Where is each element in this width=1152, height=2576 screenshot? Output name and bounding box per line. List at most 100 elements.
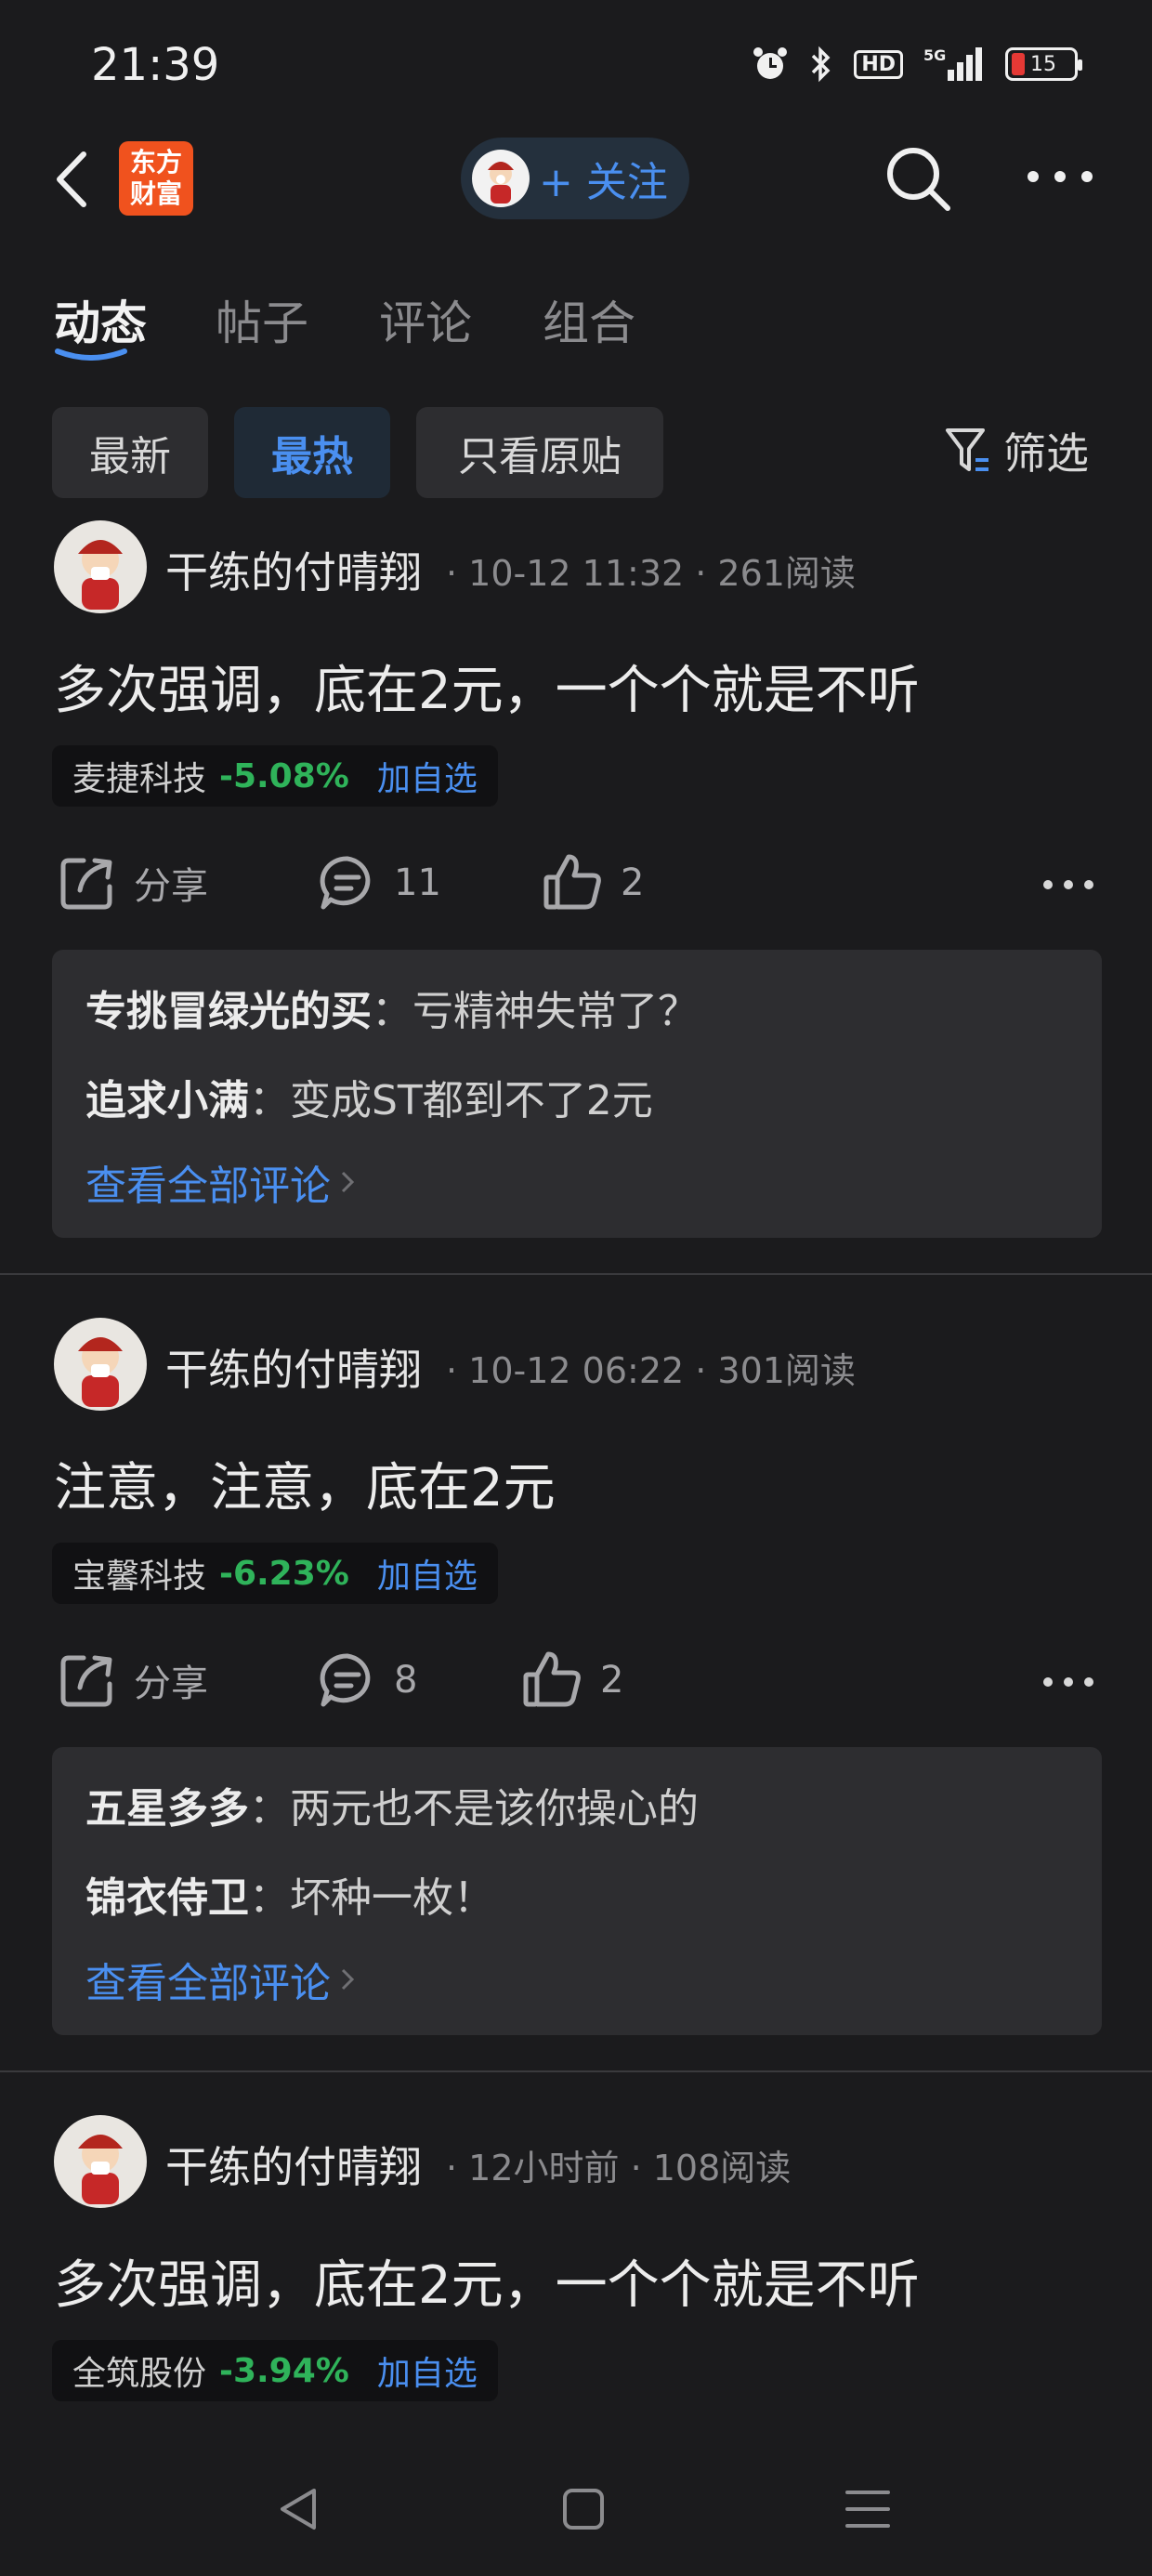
alarm-icon xyxy=(753,47,788,79)
share-button[interactable]: 分享 xyxy=(58,1650,208,1710)
chevron-right-icon xyxy=(341,1171,355,1193)
comment-sep: ： xyxy=(249,1785,290,1833)
comment-button[interactable]: 8 xyxy=(318,1650,417,1710)
status-icons: HD 5G 15 xyxy=(752,45,1082,84)
comment-count: 8 xyxy=(394,1659,418,1702)
post-meta: · 12小时前 · 108阅读 xyxy=(446,2148,792,2188)
author-avatar[interactable] xyxy=(54,520,147,613)
thumbs-up-icon xyxy=(543,854,601,910)
like-count: 2 xyxy=(621,861,645,904)
comment-text: 两元也不是该你操心的 xyxy=(290,1785,699,1833)
comment-item[interactable]: 五星多多：两元也不是该你操心的 xyxy=(85,1775,699,1834)
post-content[interactable]: 多次强调，底在2元，一个个就是不听 xyxy=(54,2243,920,2319)
post-author[interactable]: 干练的付晴翔 xyxy=(165,1336,422,1398)
share-icon xyxy=(60,1655,112,1707)
comment-preview-box[interactable]: 五星多多：两元也不是该你操心的 锦衣侍卫：坏种一枚！ 查看全部评论 xyxy=(52,1747,1102,2035)
tab-active-indicator xyxy=(55,348,127,361)
comment-item[interactable]: 追求小满：变成ST都到不了2元 xyxy=(85,1067,653,1126)
filter-label: 筛选 xyxy=(1003,428,1089,479)
tab-posts[interactable]: 帖子 xyxy=(216,286,308,353)
tab-comments[interactable]: 评论 xyxy=(379,286,472,353)
post-author[interactable]: 干练的付晴翔 xyxy=(165,2134,422,2195)
nav-menu-icon[interactable] xyxy=(840,2481,896,2537)
comment-text: 坏种一枚！ xyxy=(290,1874,494,1922)
follow-button[interactable]: + 关注 xyxy=(461,138,689,219)
back-arrow-icon[interactable] xyxy=(48,147,95,212)
logo-text-bottom: 财富 xyxy=(129,178,182,209)
add-watchlist-button[interactable]: 加自选 xyxy=(377,2346,478,2395)
view-all-comments-link[interactable]: 查看全部评论 xyxy=(85,1152,355,1212)
comment-icon xyxy=(320,856,371,910)
nav-home-icon[interactable] xyxy=(556,2481,611,2537)
tab-dynamics[interactable]: 动态 xyxy=(54,286,147,353)
comment-item[interactable]: 锦衣侍卫：坏种一枚！ xyxy=(85,1864,494,1924)
like-button[interactable]: 2 xyxy=(543,853,644,913)
comment-sep: ： xyxy=(249,1874,290,1922)
comment-preview-box[interactable]: 专挑冒绿光的买：亏精神失常了？ 追求小满：变成ST都到不了2元 查看全部评论 xyxy=(52,950,1102,1238)
stock-name: 宝馨科技 xyxy=(72,1557,207,1596)
stock-tag[interactable]: 全筑股份 -3.94% 加自选 xyxy=(52,2340,498,2401)
chevron-right-icon xyxy=(341,1968,355,1991)
battery-level: 15 xyxy=(1030,52,1056,76)
share-icon xyxy=(60,858,112,910)
nav-back-icon[interactable] xyxy=(271,2481,327,2537)
post-content[interactable]: 多次强调，底在2元，一个个就是不听 xyxy=(54,649,920,724)
hd-badge: HD xyxy=(854,49,903,79)
tab-portfolio[interactable]: 组合 xyxy=(543,286,635,353)
more-options-icon[interactable] xyxy=(1026,156,1094,197)
stock-change: -6.23% xyxy=(219,1554,349,1593)
add-watchlist-button[interactable]: 加自选 xyxy=(377,752,478,800)
chip-latest[interactable]: 最新 xyxy=(52,407,208,498)
chip-hottest[interactable]: 最热 xyxy=(234,407,390,498)
battery-icon: 15 xyxy=(1005,47,1082,81)
post-more-icon[interactable] xyxy=(1041,1673,1096,1691)
filter-icon xyxy=(946,428,988,471)
comment-text: 变成ST都到不了2元 xyxy=(290,1077,653,1124)
post-content[interactable]: 注意，注意，底在2元 xyxy=(54,1446,556,1521)
stock-name: 全筑股份 xyxy=(72,2355,207,2393)
author-avatar[interactable] xyxy=(54,1318,147,1411)
logo-text-top: 东方 xyxy=(129,147,182,177)
post-author[interactable]: 干练的付晴翔 xyxy=(165,539,422,600)
comment-user: 五星多多 xyxy=(85,1785,249,1833)
signal-icon: 5G xyxy=(923,46,982,81)
stock-tag[interactable]: 麦捷科技 -5.08% 加自选 xyxy=(52,745,498,807)
comment-item[interactable]: 专挑冒绿光的买：亏精神失常了？ xyxy=(85,978,699,1037)
share-button[interactable]: 分享 xyxy=(58,853,208,913)
stock-tag[interactable]: 宝馨科技 -6.23% 加自选 xyxy=(52,1543,498,1604)
like-count: 2 xyxy=(600,1659,624,1702)
stock-change: -3.94% xyxy=(219,2351,349,2390)
post-meta: · 10-12 06:22 · 301阅读 xyxy=(446,1350,856,1391)
author-avatar[interactable] xyxy=(54,2115,147,2208)
like-button[interactable]: 2 xyxy=(522,1650,623,1710)
stock-name: 麦捷科技 xyxy=(72,760,207,798)
chip-original-only[interactable]: 只看原贴 xyxy=(416,407,663,498)
user-avatar-small xyxy=(472,150,530,207)
filter-button[interactable]: 筛选 xyxy=(944,420,1089,481)
svg-text:5G: 5G xyxy=(923,46,946,64)
comment-sep: ： xyxy=(249,1077,290,1124)
comment-text: 亏精神失常了？ xyxy=(412,988,699,1035)
thumbs-up-icon xyxy=(523,1651,581,1707)
app-logo[interactable]: 东方 财富 xyxy=(119,141,193,216)
comment-user: 追求小满 xyxy=(85,1077,249,1124)
share-label: 分享 xyxy=(134,865,208,908)
view-all-label: 查看全部评论 xyxy=(85,1960,331,2007)
comment-count: 11 xyxy=(394,861,441,904)
post-divider xyxy=(0,1273,1152,1275)
share-label: 分享 xyxy=(134,1663,208,1705)
add-watchlist-button[interactable]: 加自选 xyxy=(377,1549,478,1597)
post-more-icon[interactable] xyxy=(1041,875,1096,894)
bluetooth-icon xyxy=(812,46,831,83)
search-icon[interactable] xyxy=(881,141,955,216)
follow-label: + 关注 xyxy=(539,159,668,206)
stock-change: -5.08% xyxy=(219,756,349,795)
comment-user: 锦衣侍卫 xyxy=(85,1874,249,1922)
status-time: 21:39 xyxy=(91,39,220,91)
view-all-label: 查看全部评论 xyxy=(85,1163,331,1210)
view-all-comments-link[interactable]: 查看全部评论 xyxy=(85,1950,355,2009)
post-divider xyxy=(0,2070,1152,2072)
post-meta: · 10-12 11:32 · 261阅读 xyxy=(446,553,856,594)
comment-icon xyxy=(320,1653,371,1707)
comment-button[interactable]: 11 xyxy=(318,853,441,913)
